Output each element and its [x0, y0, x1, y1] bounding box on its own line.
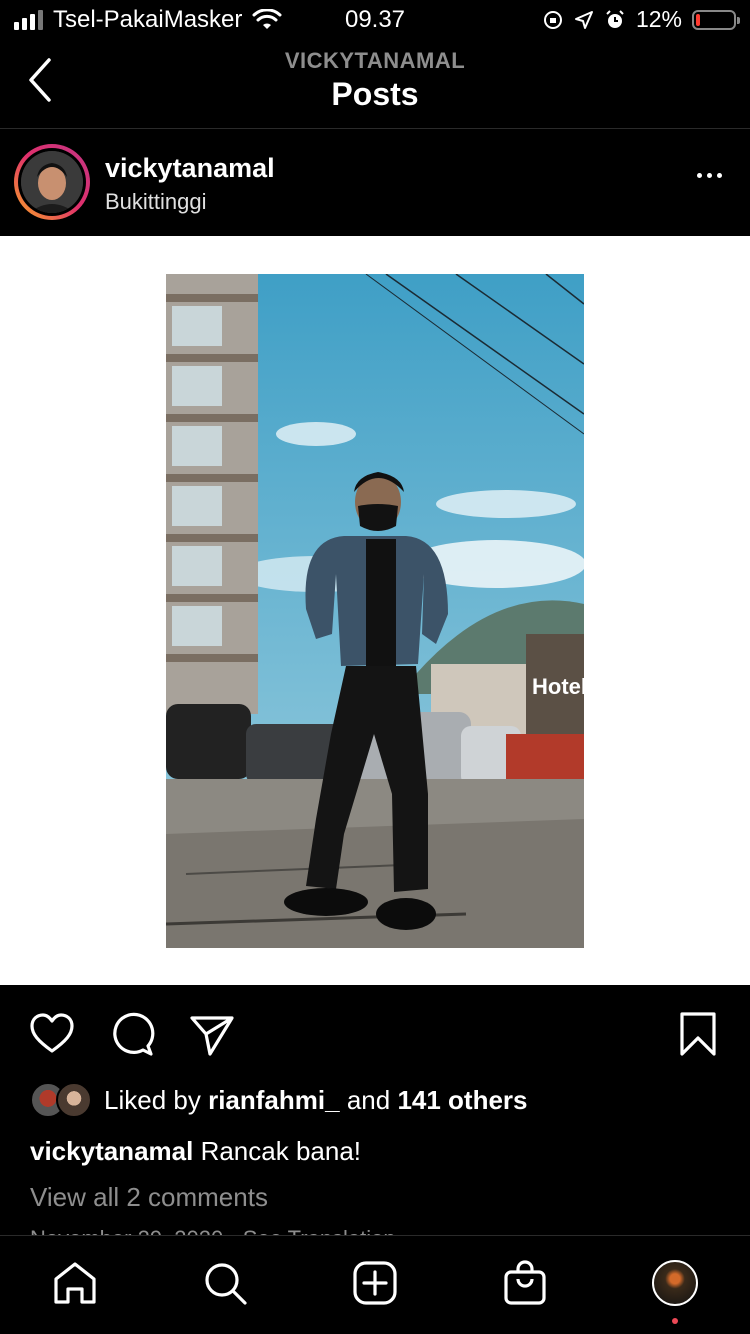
status-bar: Tsel-PakaiMasker 09.37 12% — [0, 0, 750, 40]
story-ring[interactable] — [14, 144, 90, 220]
liker-avatars — [30, 1082, 94, 1118]
comment-button[interactable] — [108, 1010, 156, 1058]
post-header: vickytanamal Bukittinggi — [0, 129, 750, 235]
bottom-tab-bar — [0, 1235, 750, 1334]
tab-search[interactable] — [200, 1258, 250, 1308]
tab-profile[interactable] — [650, 1258, 700, 1308]
home-icon — [54, 1262, 96, 1304]
avatar — [21, 151, 83, 213]
post-photo[interactable]: Hotel — [166, 274, 584, 948]
battery-level — [696, 13, 701, 26]
tab-shop[interactable] — [500, 1258, 550, 1308]
view-comments-link[interactable]: View all 2 comments — [30, 1182, 268, 1213]
alarm-icon — [606, 9, 624, 28]
send-icon — [190, 1016, 234, 1056]
post-actions — [0, 1010, 750, 1060]
search-icon — [205, 1263, 247, 1305]
nav-header: VICKYTANAMAL Posts — [0, 40, 750, 129]
post-username[interactable]: vickytanamal — [105, 153, 275, 184]
more-options-button[interactable] — [697, 173, 722, 178]
status-right: 12% — [542, 6, 740, 33]
plus-square-icon — [353, 1261, 397, 1305]
notification-dot — [672, 1318, 678, 1324]
save-button[interactable] — [674, 1010, 722, 1058]
liker-username[interactable]: rianfahmi_ — [208, 1085, 340, 1115]
comment-icon — [113, 1012, 155, 1056]
likes-prefix: Liked by — [104, 1084, 201, 1115]
shopping-bag-icon — [504, 1260, 546, 1305]
caption-text: Rancak bana! — [200, 1136, 362, 1166]
avatar — [56, 1082, 92, 1118]
caption-username[interactable]: vickytanamal — [30, 1136, 193, 1166]
share-button[interactable] — [188, 1010, 236, 1058]
post-caption: vickytanamal Rancak bana! — [30, 1136, 361, 1167]
like-button[interactable] — [28, 1010, 76, 1058]
post-location[interactable]: Bukittinggi — [105, 189, 207, 215]
likes-text: Liked by rianfahmi_ and 141 others — [104, 1085, 528, 1116]
more-horizontal-icon — [697, 173, 702, 178]
heart-icon — [30, 1013, 74, 1053]
page-title: Posts — [331, 76, 419, 112]
tab-create[interactable] — [350, 1258, 400, 1308]
profile-handle-subtitle: VICKYTANAMAL — [284, 48, 466, 73]
battery-percent: 12% — [635, 6, 682, 32]
tab-home[interactable] — [50, 1258, 100, 1308]
post-media[interactable]: Hotel — [0, 236, 750, 985]
location-arrow-icon — [574, 10, 593, 29]
rotation-lock-icon — [543, 10, 562, 29]
bookmark-icon — [680, 1012, 716, 1056]
avatar — [652, 1260, 698, 1306]
svg-text:Hotel: Hotel — [532, 674, 584, 699]
likes-others-count[interactable]: 141 others — [397, 1085, 527, 1115]
likes-row[interactable]: Liked by rianfahmi_ and 141 others — [30, 1082, 528, 1118]
battery-icon — [692, 9, 740, 30]
likes-and: and — [346, 1084, 391, 1115]
